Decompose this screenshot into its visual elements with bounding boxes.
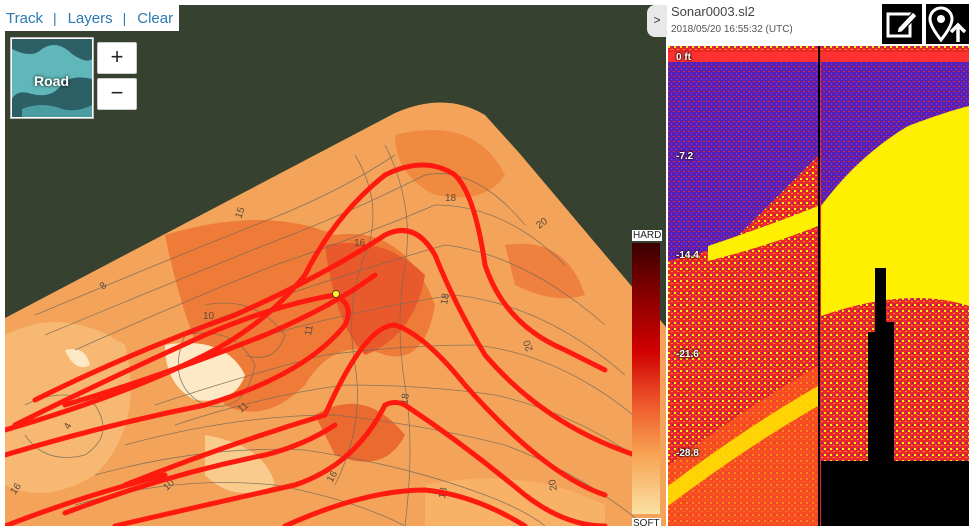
map-pin-upload-icon bbox=[928, 6, 967, 43]
legend-hard-label: HARD bbox=[632, 230, 663, 241]
toolbar-separator: | bbox=[52, 10, 57, 26]
collapse-panel-button[interactable]: > bbox=[647, 5, 667, 37]
sonar-panel: Sonar0003.sl2 2018/05/20 16:55:32 (UTC) bbox=[668, 0, 969, 526]
clear-link[interactable]: Clear bbox=[136, 10, 173, 27]
layers-link[interactable]: Layers bbox=[67, 10, 113, 27]
map-panel[interactable]: 18 20 16 15 8 10 11 18 20 4 11 18 16 10 … bbox=[5, 5, 666, 526]
basemap-label: Road bbox=[34, 73, 69, 89]
legend-soft-label: SOFT bbox=[632, 518, 661, 526]
hardness-legend: HARD SOFT bbox=[632, 230, 663, 526]
track-link[interactable]: Track bbox=[5, 10, 43, 27]
legend-color-bar bbox=[632, 243, 660, 514]
basemap-switcher[interactable]: Road bbox=[11, 38, 93, 118]
depth-label: -14.4 bbox=[676, 250, 699, 261]
map-toolbar: Track | Layers | Clear bbox=[5, 5, 180, 31]
toolbar-separator: | bbox=[122, 10, 127, 26]
zoom-out-button[interactable]: − bbox=[97, 78, 137, 110]
location-button[interactable] bbox=[926, 4, 969, 44]
depth-label: 0 ft bbox=[676, 52, 691, 63]
depth-label: -21.6 bbox=[676, 349, 699, 360]
sonar-filename: Sonar0003.sl2 bbox=[671, 4, 755, 19]
svg-text:10: 10 bbox=[203, 311, 215, 322]
zoom-in-button[interactable]: + bbox=[97, 42, 137, 74]
edit-button[interactable] bbox=[882, 4, 922, 44]
boat-position-marker bbox=[332, 290, 340, 298]
depth-label: -7.2 bbox=[676, 151, 694, 162]
depth-label: -28.8 bbox=[676, 448, 699, 459]
svg-text:18: 18 bbox=[445, 193, 457, 204]
pencil-square-icon bbox=[886, 11, 918, 38]
sonar-chart[interactable] bbox=[668, 46, 969, 526]
sonar-datetime: 2018/05/20 16:55:32 (UTC) bbox=[671, 24, 793, 35]
